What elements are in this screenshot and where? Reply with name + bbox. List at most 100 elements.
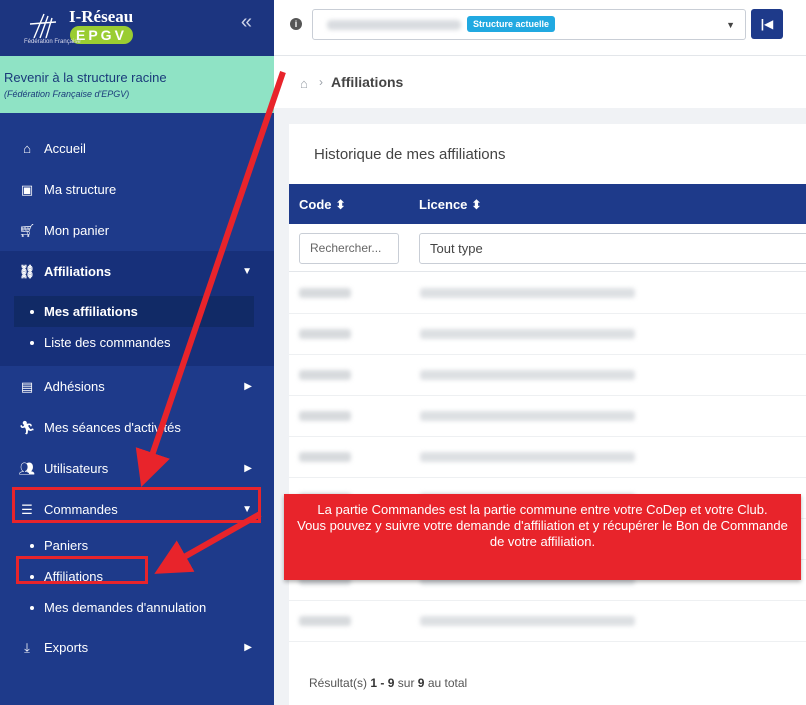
sidebar-item-label: Exports	[44, 640, 89, 655]
breadcrumb-separator: ›	[319, 75, 323, 89]
logo-subtitle: Fédération Française	[24, 39, 81, 45]
column-label: Licence	[419, 197, 468, 212]
code-cell-redacted	[299, 452, 351, 462]
running-icon: 🏃︎	[18, 419, 36, 435]
sidebar-item-label: Ma structure	[44, 182, 117, 197]
bullet-icon	[30, 543, 34, 548]
table-row[interactable]	[289, 314, 806, 355]
table-row[interactable]	[289, 437, 806, 478]
licence-cell-redacted	[420, 329, 635, 339]
column-header-licence[interactable]: Licence ⬍	[419, 197, 482, 213]
structure-name-redacted	[327, 20, 461, 30]
affiliations-history-card: Historique de mes affiliations Code ⬍ Li…	[289, 124, 806, 705]
sidebar-subitem-label: Liste des commandes	[44, 335, 171, 350]
logo-title: I-Réseau	[69, 7, 134, 26]
root-structure-link[interactable]: Revenir à la structure racine (Fédératio…	[0, 56, 274, 113]
breadcrumb-current: Affiliations	[331, 74, 404, 90]
chevron-right-icon: ▶	[244, 642, 252, 653]
table-row[interactable]	[289, 396, 806, 437]
licence-cell-redacted	[420, 411, 635, 421]
code-cell-redacted	[299, 288, 351, 298]
highlight-commandes	[12, 487, 261, 523]
table-row[interactable]	[289, 355, 806, 396]
sidebar-subitem-demandes-annulation[interactable]: Mes demandes d'annulation	[0, 592, 274, 623]
info-icon[interactable]: i	[290, 18, 302, 30]
sidebar-item-accueil[interactable]: ⌂ Accueil	[0, 128, 274, 169]
type-filter-select[interactable]: Tout type	[419, 233, 806, 264]
breadcrumb: ⌂ › Affiliations	[274, 56, 806, 108]
chevron-right-icon: ▶	[244, 381, 252, 392]
result-total: 9	[417, 676, 425, 690]
sort-icon: ⬍	[471, 197, 482, 212]
sidebar-item-adhesions[interactable]: ▤ Adhésions ▶	[0, 366, 274, 407]
top-bar: i Structure actuelle ▼ |◀	[274, 0, 806, 56]
structure-select[interactable]: Structure actuelle ▼	[312, 9, 746, 40]
bullet-icon	[30, 605, 34, 610]
breadcrumb-home-icon[interactable]: ⌂	[300, 76, 308, 91]
sidebar-item-label: Adhésions	[44, 379, 105, 394]
chevron-right-icon: ▶	[244, 463, 252, 474]
exit-structure-button[interactable]: |◀	[751, 9, 783, 39]
id-card-icon: ▤	[20, 378, 34, 394]
sidebar-subitem-label: Mes demandes d'annulation	[44, 600, 207, 615]
code-cell-redacted	[299, 616, 351, 626]
licence-cell-redacted	[420, 452, 635, 462]
code-cell-redacted	[299, 411, 351, 421]
bullet-icon	[30, 340, 34, 345]
logo[interactable]: I-Réseau EPGV Fédération Française «	[0, 0, 274, 56]
licence-cell-redacted	[420, 616, 635, 626]
table-row[interactable]	[289, 601, 806, 642]
sidebar-item-label: Mes séances d'activités	[44, 420, 181, 435]
highlight-commandes-affiliations	[16, 556, 148, 584]
sidebar-subitem-liste-commandes[interactable]: Liste des commandes	[0, 327, 274, 358]
code-search-input[interactable]: Rechercher...	[299, 233, 399, 264]
code-cell-redacted	[299, 329, 351, 339]
licence-cell-redacted	[420, 288, 635, 298]
annotation-callout: La partie Commandes est la partie commun…	[284, 494, 801, 580]
result-of: sur	[397, 676, 415, 690]
sidebar: I-Réseau EPGV Fédération Française « Rev…	[0, 0, 274, 705]
sidebar-subitem-label: Paniers	[44, 538, 89, 553]
sidebar-menu: ⌂ Accueil ▣ Ma structure 🛒︎ Mon panier ⛓…	[0, 128, 274, 668]
chevron-down-icon: ▼	[242, 266, 252, 277]
column-label: Code	[299, 197, 332, 212]
id-badge-icon: ▣	[20, 181, 34, 197]
root-structure-title: Revenir à la structure racine	[4, 70, 167, 85]
card-title: Historique de mes affiliations	[314, 146, 506, 163]
sidebar-subitem-mes-affiliations[interactable]: Mes affiliations	[14, 296, 254, 327]
cart-icon: 🛒︎	[18, 222, 36, 238]
result-count: Résultat(s) 1 - 9 sur 9 au total	[309, 676, 467, 690]
sidebar-item-affiliations[interactable]: ⛓︎ Affiliations ▼	[0, 251, 274, 292]
collapse-sidebar-icon[interactable]: «	[241, 11, 252, 34]
sidebar-subitem-label: Mes affiliations	[44, 304, 138, 319]
table-filters: Rechercher... Tout type	[289, 224, 806, 272]
home-icon: ⌂	[23, 141, 31, 156]
table-row[interactable]	[289, 273, 806, 314]
sidebar-item-label: Utilisateurs	[44, 461, 109, 476]
step-backward-icon: |◀	[760, 17, 774, 31]
sidebar-item-seances[interactable]: 🏃︎ Mes séances d'activités	[0, 407, 274, 448]
code-cell-redacted	[299, 370, 351, 380]
root-structure-subtitle: (Fédération Française d'EPGV)	[4, 89, 130, 99]
sidebar-item-label: Accueil	[44, 141, 86, 156]
sidebar-item-mon-panier[interactable]: 🛒︎ Mon panier	[0, 210, 274, 251]
result-to: 9	[387, 676, 395, 690]
table-body	[289, 273, 806, 642]
result-from: 1	[370, 676, 378, 690]
current-structure-badge: Structure actuelle	[467, 16, 556, 32]
column-header-code[interactable]: Code ⬍	[299, 197, 346, 213]
users-icon: 👥︎	[18, 460, 36, 476]
table-header: Code ⬍ Licence ⬍	[289, 184, 806, 224]
caret-down-icon: ▼	[726, 20, 735, 30]
sidebar-item-utilisateurs[interactable]: 👥︎ Utilisateurs ▶	[0, 448, 274, 489]
sort-icon: ⬍	[335, 197, 347, 212]
result-suffix: au total	[427, 676, 468, 690]
result-separator: -	[380, 676, 385, 690]
licence-cell-redacted	[420, 370, 635, 380]
logo-figures-icon	[29, 13, 57, 39]
download-icon: ⤓	[24, 639, 30, 655]
sidebar-item-label: Affiliations	[44, 264, 112, 279]
affiliations-submenu: Mes affiliations Liste des commandes	[0, 292, 274, 366]
sidebar-item-exports[interactable]: ⤓ Exports ▶	[0, 627, 274, 668]
sidebar-item-ma-structure[interactable]: ▣ Ma structure	[0, 169, 274, 210]
